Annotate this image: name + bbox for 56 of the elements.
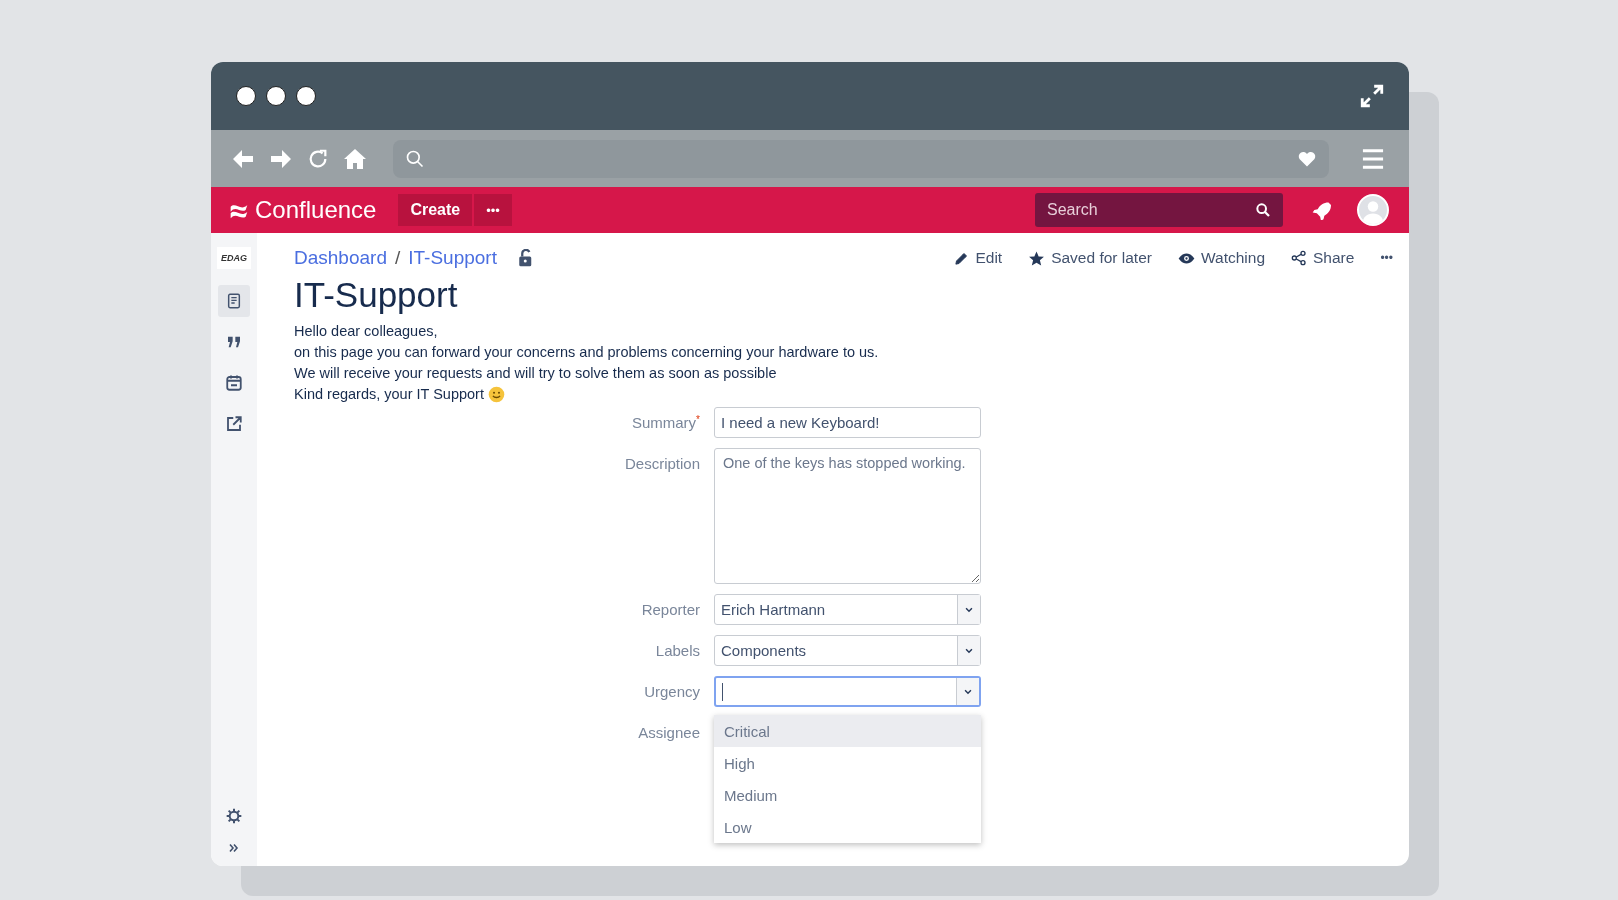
- home-icon[interactable]: [343, 146, 367, 171]
- window-control[interactable]: [266, 86, 286, 106]
- select-field[interactable]: Erich Hartmann: [714, 594, 981, 625]
- dropdown-option[interactable]: High: [714, 747, 981, 779]
- share-icon: [1291, 250, 1307, 266]
- rocket-icon[interactable]: [1311, 200, 1331, 220]
- search-icon[interactable]: [1255, 202, 1271, 218]
- field-label: Description: [624, 455, 700, 472]
- body-text: Hello dear colleagues,: [294, 322, 439, 341]
- field-label: Summary: [631, 414, 697, 431]
- page-action[interactable]: Saved for later: [1028, 249, 1152, 267]
- external-link-icon[interactable]: [225, 415, 243, 433]
- summary-field[interactable]: I need a new Keyboard!: [714, 407, 981, 438]
- page-action[interactable]: Share: [1291, 249, 1355, 267]
- field-label: Labels: [655, 642, 700, 659]
- window-control[interactable]: [296, 86, 316, 106]
- dropdown-option[interactable]: Low: [714, 811, 981, 843]
- double-chevron-icon[interactable]: [228, 842, 240, 854]
- search-field[interactable]: Search: [1035, 193, 1283, 227]
- dropdown-option[interactable]: Critical: [714, 715, 981, 747]
- required-mark: *: [696, 414, 700, 425]
- calendar-icon[interactable]: [225, 374, 243, 392]
- more-button[interactable]: •••: [474, 194, 512, 226]
- sidebar-item[interactable]: [218, 285, 250, 317]
- avatar[interactable]: [1357, 194, 1389, 226]
- menu-icon[interactable]: [1361, 147, 1385, 170]
- select-field[interactable]: Components: [714, 635, 981, 666]
- star-icon: [1028, 249, 1046, 267]
- field-label: Assignee: [638, 724, 700, 741]
- breadcrumb-link[interactable]: IT-Support: [408, 247, 497, 269]
- settings-icon[interactable]: [226, 808, 242, 824]
- search-icon: [405, 148, 425, 169]
- breadcrumb-separator: /: [394, 247, 401, 269]
- smiley-icon: [487, 386, 505, 403]
- create-button[interactable]: Create: [398, 194, 473, 226]
- field-label: Urgency: [644, 683, 700, 700]
- expand-icon[interactable]: [1359, 83, 1385, 109]
- page-icon[interactable]: [226, 292, 242, 310]
- body-text: on this page you can forward your concerns and problems concerning your hardware to us.: [294, 343, 880, 362]
- body-text: We will receive your requests and will try to solve them as soon as possible: [294, 364, 778, 383]
- window-control[interactable]: [236, 86, 256, 106]
- page-action[interactable]: Watching: [1177, 249, 1265, 267]
- dropdown-option[interactable]: Medium: [714, 779, 981, 811]
- field-label: Reporter: [641, 601, 700, 618]
- space-logo[interactable]: EDAG: [217, 247, 251, 269]
- quote-icon[interactable]: [226, 334, 242, 350]
- select-field[interactable]: [714, 676, 981, 707]
- page-action[interactable]: Edit: [954, 249, 1003, 267]
- app-logo-text[interactable]: Confluence: [255, 196, 377, 224]
- breadcrumb-link[interactable]: Dashboard: [294, 247, 387, 269]
- description-field[interactable]: One of the keys has stopped working.: [714, 448, 981, 584]
- pencil-icon: [954, 250, 970, 266]
- reload-icon[interactable]: [307, 147, 329, 170]
- body-text: Kind regards, your IT Support: [294, 385, 484, 404]
- more-actions-button[interactable]: •••: [1380, 251, 1393, 265]
- page-title: IT-Support: [294, 275, 459, 315]
